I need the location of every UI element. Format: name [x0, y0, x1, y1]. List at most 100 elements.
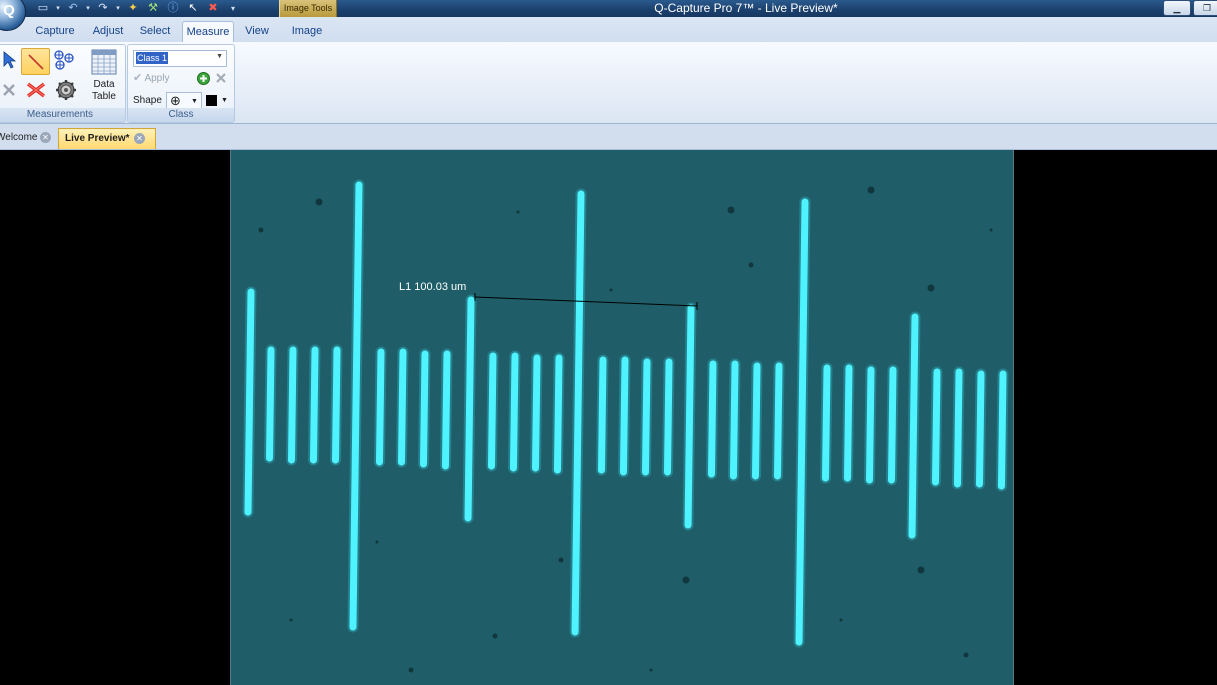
scale-tick — [908, 313, 919, 539]
measurement-label: L1 100.03 um — [399, 281, 467, 293]
dust-speck — [989, 228, 993, 232]
dust-speck — [289, 618, 293, 622]
dust-speck — [492, 633, 498, 639]
dust-speck — [609, 288, 613, 292]
tab-select[interactable]: Select — [134, 21, 176, 42]
window-controls: ▁ ❐ — [1161, 0, 1217, 16]
dust-speck — [963, 652, 969, 658]
scale-tick — [376, 348, 385, 466]
shape-label: Shape — [133, 95, 162, 106]
tab-image[interactable]: Image — [284, 21, 330, 42]
pointer-icon[interactable]: ↖ — [184, 1, 202, 16]
scale-tick — [509, 352, 519, 472]
tab-welcome-label: Welcome — [0, 132, 38, 143]
clear-icon[interactable] — [0, 77, 19, 103]
close-icon[interactable]: ✕ — [134, 133, 145, 144]
tab-welcome[interactable]: Welcome ✕ — [0, 128, 56, 148]
measurements-group: Data Table Measurements — [0, 44, 126, 123]
class-select-value: Class 1 — [136, 52, 169, 64]
scale-tick — [752, 362, 761, 480]
info-icon[interactable]: ⓘ — [164, 1, 182, 16]
dust-speck — [516, 210, 520, 214]
title-bar: Q ▭ ▾ ↶ ▾ ↷ ▾ ✦ ⚒ ⓘ ↖ ✖ ▾ Image Tools Q-… — [0, 0, 1217, 31]
redo-icon[interactable]: ↷ — [94, 1, 112, 16]
color-swatch[interactable] — [206, 95, 217, 106]
scale-tick — [866, 366, 875, 484]
apply-button[interactable]: ✔ Apply — [133, 70, 169, 87]
undo-dropdown-icon[interactable]: ▾ — [84, 1, 92, 16]
scale-tick — [464, 296, 475, 522]
scale-tick — [532, 354, 541, 472]
scale-tick — [619, 356, 629, 476]
tab-measure[interactable]: Measure — [182, 21, 234, 43]
scale-tick — [310, 346, 319, 464]
dust-speck — [558, 557, 564, 563]
chevron-down-icon: ▼ — [216, 53, 223, 60]
scale-tick — [488, 352, 497, 470]
quick-access-toolbar: ▭ ▾ ↶ ▾ ↷ ▾ ✦ ⚒ ⓘ ↖ ✖ ▾ — [34, 0, 242, 17]
scale-tick — [642, 358, 651, 476]
scale-tick — [774, 362, 783, 480]
ribbon-tab-bar: Capture Adjust Select Measure View Image — [0, 17, 1217, 43]
redo-dropdown-icon[interactable]: ▾ — [114, 1, 122, 16]
scale-tick — [420, 350, 429, 468]
class-select[interactable]: Class 1 ▼ — [133, 50, 227, 67]
microscope-image[interactable]: L1 100.03 um — [230, 150, 1014, 685]
tab-adjust[interactable]: Adjust — [86, 21, 130, 42]
measurements-group-label: Measurements — [0, 108, 125, 122]
delete-icon[interactable]: ✖ — [204, 1, 222, 16]
tools-icon[interactable]: ⚒ — [144, 1, 162, 16]
scale-tick — [332, 346, 341, 464]
customize-icon[interactable]: ▾ — [224, 1, 242, 16]
scale-tick — [708, 360, 717, 478]
dust-speck — [649, 668, 653, 672]
select-pointer-icon[interactable] — [0, 47, 19, 73]
add-class-icon[interactable] — [196, 71, 210, 85]
scale-tick — [953, 368, 963, 488]
close-icon[interactable]: ✕ — [40, 132, 51, 143]
settings-gear-icon[interactable] — [54, 77, 78, 103]
window-title: Q-Capture Pro 7™ - Live Preview* — [654, 1, 838, 15]
tab-capture[interactable]: Capture — [30, 21, 80, 42]
dust-speck — [408, 667, 414, 673]
new-dropdown-icon[interactable]: ▾ — [54, 1, 62, 16]
restore-icon[interactable]: ❐ — [1193, 0, 1217, 16]
measurement-line[interactable] — [474, 293, 698, 310]
data-table-label-1: Data — [93, 79, 115, 90]
scale-tick — [997, 370, 1007, 490]
scale-tick — [266, 346, 275, 462]
scale-tick — [844, 364, 853, 482]
scale-tick — [441, 350, 451, 470]
undo-icon[interactable]: ↶ — [64, 1, 82, 16]
line-measure-icon[interactable] — [21, 48, 50, 75]
scale-tick — [244, 288, 255, 516]
scale-tick — [598, 356, 607, 474]
data-table-label-2: Table — [92, 91, 116, 102]
remove-class-icon[interactable] — [214, 71, 228, 85]
delete-all-icon[interactable] — [23, 77, 48, 103]
dust-speck — [867, 186, 875, 194]
data-table-button[interactable]: Data Table — [87, 79, 121, 103]
dust-speck — [917, 566, 925, 574]
dust-speck — [839, 618, 843, 622]
class-group: Class 1 ▼ ✔ Apply Shape ⊕ ▼ ▼ Class — [127, 44, 235, 123]
snap-icon[interactable]: ✦ — [124, 1, 142, 16]
dust-speck — [727, 206, 735, 214]
tab-view[interactable]: View — [239, 21, 275, 42]
scale-tick — [398, 348, 407, 466]
tab-live-preview[interactable]: Live Preview* ✕ — [58, 128, 156, 149]
app-logo-icon: Q — [3, 2, 15, 19]
dust-speck — [315, 198, 323, 206]
scale-tick — [288, 346, 297, 464]
class-group-label: Class — [128, 108, 234, 122]
point-count-icon[interactable] — [50, 47, 78, 73]
new-icon[interactable]: ▭ — [34, 1, 52, 16]
data-table-icon[interactable] — [89, 48, 119, 76]
checkmark-icon: ✔ — [133, 72, 143, 84]
dust-speck — [375, 540, 379, 544]
minimize-icon[interactable]: ▁ — [1163, 0, 1191, 16]
scale-tick — [932, 368, 941, 486]
image-tools-context-tab[interactable]: Image Tools — [279, 0, 337, 17]
ribbon-panel: Data Table Measurements Class 1 ▼ ✔ Appl… — [0, 42, 1217, 124]
scale-tick — [553, 354, 563, 474]
